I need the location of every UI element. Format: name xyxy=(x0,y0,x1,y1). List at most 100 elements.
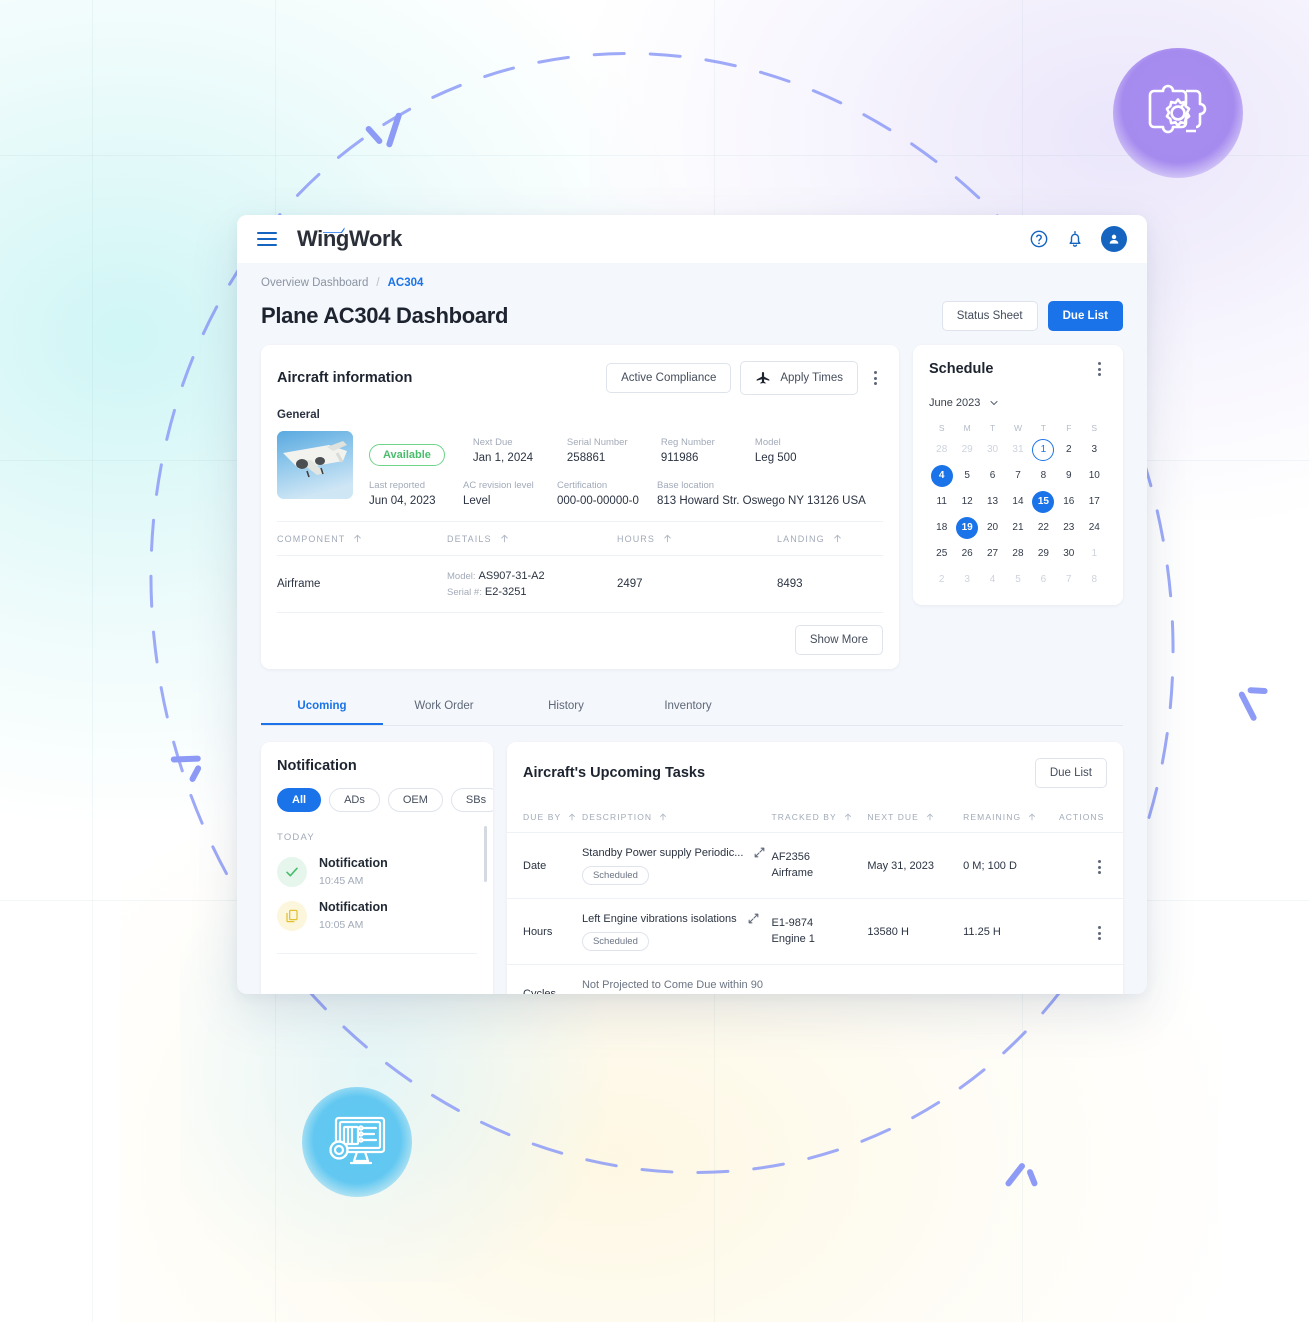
calendar-day[interactable]: 5 xyxy=(1007,569,1029,591)
calendar-day[interactable]: 26 xyxy=(956,543,978,565)
calendar-cell[interactable]: 7 xyxy=(1056,567,1081,593)
table-row[interactable]: Airframe Model: AS907-31-A2 Serial #: E2-3… xyxy=(277,555,883,613)
calendar-cell[interactable]: 19 xyxy=(954,515,979,541)
tab-inventory[interactable]: Inventory xyxy=(627,689,749,725)
calendar-day[interactable]: 23 xyxy=(1058,517,1080,539)
calendar-day[interactable]: 17 xyxy=(1083,491,1105,513)
calendar-cell[interactable]: 2 xyxy=(929,567,954,593)
calendar-day[interactable]: 7 xyxy=(1058,569,1080,591)
calendar-cell[interactable]: 27 xyxy=(980,541,1005,567)
calendar-day[interactable]: 29 xyxy=(956,439,978,461)
calendar-day[interactable]: 28 xyxy=(931,439,953,461)
calendar-cell[interactable]: 30 xyxy=(1056,541,1081,567)
calendar-day[interactable]: 3 xyxy=(1083,439,1105,461)
col-component[interactable]: COMPONENT xyxy=(277,521,447,556)
calendar-day[interactable]: 7 xyxy=(1007,465,1029,487)
chip-ads[interactable]: ADs xyxy=(329,788,380,812)
calendar-cell[interactable]: 31 xyxy=(1005,437,1030,463)
calendar-day[interactable]: 20 xyxy=(982,517,1004,539)
breadcrumb-parent[interactable]: Overview Dashboard xyxy=(261,277,368,289)
calendar-day[interactable]: 6 xyxy=(982,465,1004,487)
calendar-cell[interactable]: 10 xyxy=(1082,463,1107,489)
calendar-day[interactable]: 4 xyxy=(930,465,953,487)
chip-sbs[interactable]: SBs xyxy=(450,788,493,812)
row-kebab-icon[interactable] xyxy=(1091,923,1107,943)
calendar-cell[interactable]: 26 xyxy=(954,541,979,567)
calendar-day[interactable]: 15 xyxy=(1032,491,1055,513)
calendar-day[interactable]: 30 xyxy=(982,439,1004,461)
aircraft-card-kebab-icon[interactable] xyxy=(867,368,883,388)
bell-icon[interactable] xyxy=(1065,229,1085,249)
col-next-due[interactable]: NEXT DUE xyxy=(867,802,964,833)
calendar-day[interactable]: 2 xyxy=(931,569,953,591)
col-remaining[interactable]: REMAINING xyxy=(963,802,1059,833)
calendar-day[interactable]: 12 xyxy=(956,491,978,513)
calendar-day[interactable]: 8 xyxy=(1083,569,1105,591)
help-circle-icon[interactable] xyxy=(1029,229,1049,249)
calendar-cell[interactable]: 21 xyxy=(1005,515,1030,541)
calendar-day[interactable]: 8 xyxy=(1032,465,1054,487)
calendar-cell[interactable]: 5 xyxy=(1005,567,1030,593)
breadcrumb-current[interactable]: AC304 xyxy=(388,277,424,289)
col-description[interactable]: DESCRIPTION xyxy=(581,802,772,833)
hamburger-icon[interactable] xyxy=(257,232,277,246)
schedule-kebab-icon[interactable] xyxy=(1091,359,1107,379)
list-item[interactable]: Notification 10:45 AM xyxy=(261,843,493,887)
calendar-day[interactable]: 5 xyxy=(956,465,978,487)
calendar-cell[interactable]: 18 xyxy=(929,515,954,541)
calendar-cell[interactable]: 13 xyxy=(980,489,1005,515)
calendar-cell[interactable]: 30 xyxy=(980,437,1005,463)
active-compliance-button[interactable]: Active Compliance xyxy=(606,363,732,393)
calendar-cell[interactable]: 28 xyxy=(929,437,954,463)
calendar-day[interactable]: 22 xyxy=(1032,517,1054,539)
calendar-cell[interactable]: 14 xyxy=(1005,489,1030,515)
calendar-cell[interactable]: 4 xyxy=(929,463,954,489)
calendar-cell[interactable]: 5 xyxy=(954,463,979,489)
calendar-cell[interactable]: 11 xyxy=(929,489,954,515)
expand-diagonal-icon[interactable] xyxy=(753,846,766,859)
calendar-cell[interactable]: 28 xyxy=(1005,541,1030,567)
calendar-day[interactable]: 28 xyxy=(1007,543,1029,565)
calendar-day[interactable]: 24 xyxy=(1083,517,1105,539)
calendar-cell[interactable]: 7 xyxy=(1005,463,1030,489)
calendar-day[interactable]: 1 xyxy=(1083,543,1105,565)
tasks-due-list-button[interactable]: Due List xyxy=(1034,758,1107,788)
calendar-cell[interactable]: 25 xyxy=(929,541,954,567)
calendar-cell[interactable]: 2 xyxy=(1056,437,1081,463)
calendar-day[interactable]: 18 xyxy=(931,517,953,539)
calendar-day[interactable]: 16 xyxy=(1058,491,1080,513)
calendar-cell[interactable]: 1 xyxy=(1031,437,1056,463)
col-due-by[interactable]: DUE BY xyxy=(507,802,582,833)
calendar-cell[interactable]: 29 xyxy=(1031,541,1056,567)
chip-all[interactable]: All xyxy=(277,788,322,812)
calendar-cell[interactable]: 24 xyxy=(1082,515,1107,541)
calendar-day[interactable]: 30 xyxy=(1058,543,1080,565)
calendar-day[interactable]: 1 xyxy=(1032,439,1055,461)
table-row[interactable]: Date Standby Power supply Periodic... Sche… xyxy=(507,832,1123,899)
due-list-button[interactable]: Due List xyxy=(1047,301,1123,331)
calendar-day[interactable]: 6 xyxy=(1032,569,1054,591)
table-row[interactable]: Cycles Not Projected to Come Due within 9… xyxy=(507,964,1123,994)
tab-work-order[interactable]: Work Order xyxy=(383,689,505,725)
col-tracked-by[interactable]: TRACKED BY xyxy=(771,802,868,833)
calendar-cell[interactable]: 8 xyxy=(1082,567,1107,593)
calendar-cell[interactable]: 22 xyxy=(1031,515,1056,541)
calendar-cell[interactable]: 6 xyxy=(980,463,1005,489)
calendar-day[interactable]: 14 xyxy=(1007,491,1029,513)
status-sheet-button[interactable]: Status Sheet xyxy=(941,301,1038,331)
calendar-cell[interactable]: 16 xyxy=(1056,489,1081,515)
calendar-day[interactable]: 21 xyxy=(1007,517,1029,539)
col-landing[interactable]: LANDING xyxy=(777,521,883,556)
calendar-day[interactable]: 2 xyxy=(1058,439,1080,461)
col-details[interactable]: DETAILS xyxy=(447,521,617,556)
chip-oem[interactable]: OEM xyxy=(387,788,443,812)
row-kebab-icon[interactable] xyxy=(1091,857,1107,877)
calendar-day[interactable]: 19 xyxy=(956,517,979,539)
calendar-cell[interactable]: 29 xyxy=(954,437,979,463)
calendar-day[interactable]: 29 xyxy=(1032,543,1054,565)
list-item[interactable]: Notification 10:05 AM xyxy=(261,887,493,931)
avatar[interactable] xyxy=(1101,226,1127,252)
show-more-button[interactable]: Show More xyxy=(794,625,883,655)
calendar-day[interactable]: 27 xyxy=(982,543,1004,565)
expand-diagonal-icon[interactable] xyxy=(747,912,760,925)
